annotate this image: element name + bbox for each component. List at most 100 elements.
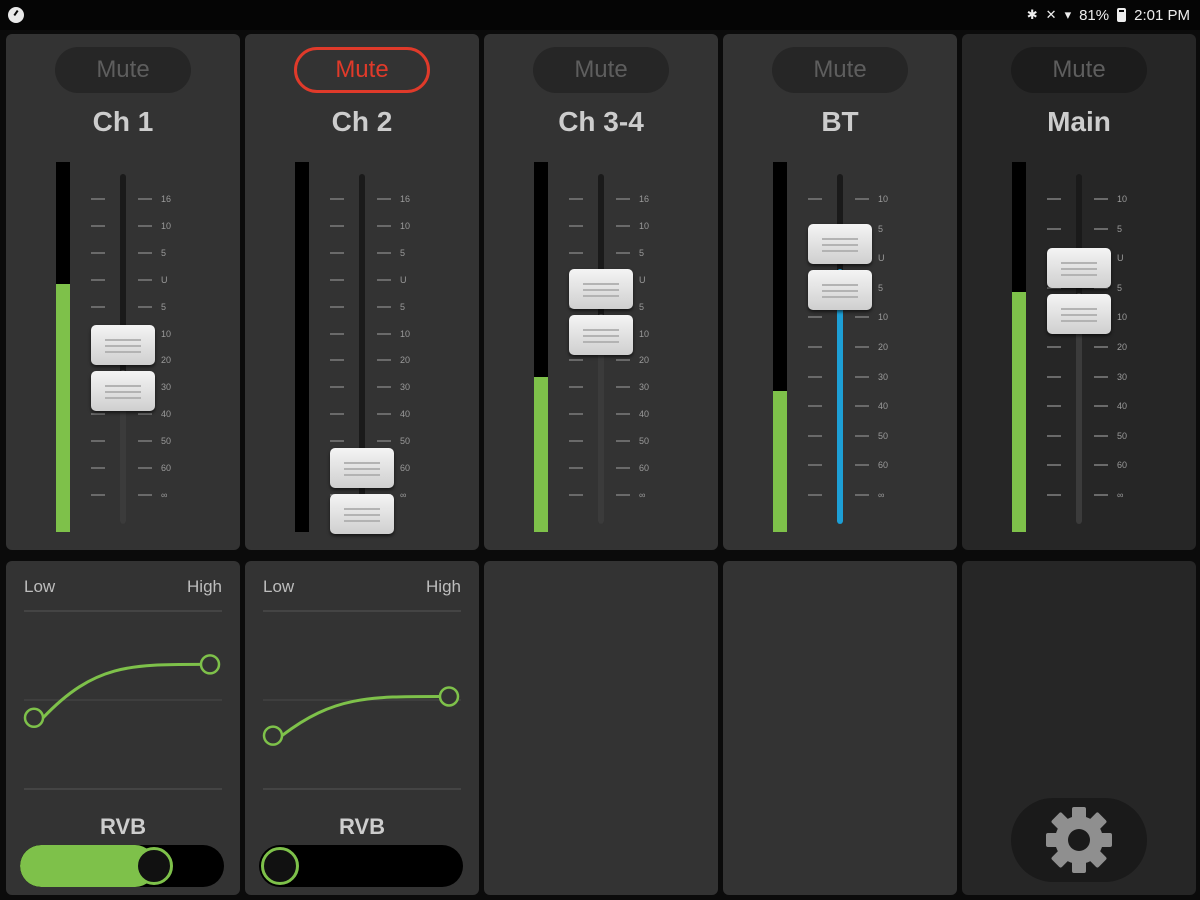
fader-cap-grip (1061, 274, 1097, 276)
scale-tick (138, 305, 152, 308)
scale-tick-label: 60 (161, 463, 172, 474)
scale-tick (616, 413, 630, 416)
mute-button[interactable]: Mute (294, 47, 430, 93)
scale-tick-label: 10 (878, 312, 889, 323)
scale-tick-label: 5 (639, 247, 645, 258)
eq-low-handle[interactable] (262, 725, 284, 746)
rvb-slider-knob[interactable] (135, 847, 174, 885)
scale-tick-label: 40 (400, 409, 411, 420)
scale-tick-label: 10 (400, 328, 411, 339)
eq-high-handle[interactable] (438, 686, 460, 707)
fader-cap-grip (822, 295, 858, 298)
scale-tick (569, 467, 583, 470)
scale-tick (377, 251, 391, 254)
fader-cap-lower (1047, 294, 1111, 334)
scale-tick (330, 413, 344, 416)
bluetooth-icon: ✱ (1026, 7, 1038, 22)
scale-tick (808, 375, 822, 378)
settings-button[interactable] (1011, 798, 1147, 882)
scale-tick (1047, 346, 1061, 348)
scale-tick (616, 359, 630, 362)
fader-handle[interactable] (91, 325, 155, 415)
scale-tick (138, 251, 152, 254)
scale-tick (808, 434, 822, 437)
scale-tick-label: 20 (400, 355, 411, 366)
fader-cap-grip (583, 329, 619, 331)
rvb-slider[interactable] (20, 845, 224, 887)
mute-button[interactable]: Mute (533, 47, 669, 93)
scale-tick (377, 224, 391, 227)
scale-tick (569, 413, 583, 416)
eq-graph[interactable] (6, 597, 240, 807)
scale-tick (616, 386, 630, 389)
scale-tick (138, 467, 152, 470)
scale-tick (616, 251, 630, 254)
level-meter (295, 162, 309, 532)
scale-tick-label: 30 (400, 382, 411, 393)
fader-handle[interactable] (1047, 248, 1111, 338)
scale-tick (808, 346, 822, 348)
wifi-icon: ▾ (1064, 7, 1072, 22)
fader-cap-grip (1061, 314, 1097, 316)
eq-high-label: High (426, 577, 461, 596)
mute-button[interactable]: Mute (55, 47, 191, 93)
fader-handle[interactable] (569, 269, 633, 359)
scale-tick (616, 198, 630, 200)
scale-tick-label: 5 (400, 301, 406, 312)
scale-tick-label: 10 (639, 220, 650, 231)
fader-cap-grip (822, 243, 858, 246)
scale-tick (91, 494, 105, 496)
scale-tick (1094, 227, 1108, 230)
scale-tick (569, 386, 583, 389)
scale-tick (1094, 434, 1108, 437)
rvb-slider[interactable] (259, 845, 463, 887)
scale-tick (1047, 405, 1061, 408)
fader-cap-grip (105, 339, 141, 341)
eq-high-label: High (187, 577, 222, 596)
status-bar: ✱ ✕ ▾ 81% 2:01 PM (0, 0, 1200, 30)
scale-tick (330, 386, 344, 389)
channel-name: Main (1047, 106, 1111, 137)
fader-cap-grip (344, 462, 380, 464)
scale-tick (330, 305, 344, 308)
fader-handle[interactable] (330, 448, 394, 538)
scale-tick-label: 40 (639, 409, 650, 420)
scale-tick (1094, 375, 1108, 378)
scale-tick (1047, 227, 1061, 230)
scale-tick (377, 278, 391, 281)
fader-cap-grip (583, 283, 619, 285)
scale-tick-label: 5 (639, 301, 645, 312)
scale-tick (569, 224, 583, 227)
fader-cap-upper (91, 325, 155, 365)
scale-tick-label: 50 (1117, 430, 1128, 441)
scale-tick (330, 440, 344, 443)
scale-tick-label: 60 (639, 463, 650, 474)
scale-tick (1094, 198, 1108, 200)
mute-button[interactable]: Mute (772, 47, 908, 93)
scale-tick (330, 251, 344, 254)
scale-tick-label: 5 (161, 301, 167, 312)
battery-percent: 81% (1079, 6, 1110, 24)
scale-tick (91, 198, 105, 200)
eq-low-handle[interactable] (23, 707, 45, 729)
eq-graph[interactable] (245, 597, 479, 807)
scale-tick (377, 305, 391, 308)
scale-tick-label: ∞ (878, 490, 885, 500)
scale-tick-label: U (639, 274, 646, 285)
eq-high-handle[interactable] (199, 654, 221, 675)
scale-tick (855, 494, 869, 496)
scale-tick (808, 198, 822, 200)
scale-tick-label: ∞ (161, 490, 168, 500)
fader-cap-grip (1061, 308, 1097, 310)
mute-button[interactable]: Mute (1011, 47, 1147, 93)
fader-handle[interactable] (808, 223, 872, 314)
fader-cap-grip (583, 295, 619, 297)
rvb-slider-knob[interactable] (261, 847, 299, 885)
scale-tick (138, 494, 152, 496)
scale-tick-label: 30 (161, 382, 172, 393)
fader-track[interactable] (1076, 174, 1082, 524)
channel-name: Ch 3-4 (558, 106, 644, 137)
level-meter-fill (56, 284, 70, 532)
channel-name: BT (821, 106, 859, 137)
scale-tick (138, 440, 152, 443)
